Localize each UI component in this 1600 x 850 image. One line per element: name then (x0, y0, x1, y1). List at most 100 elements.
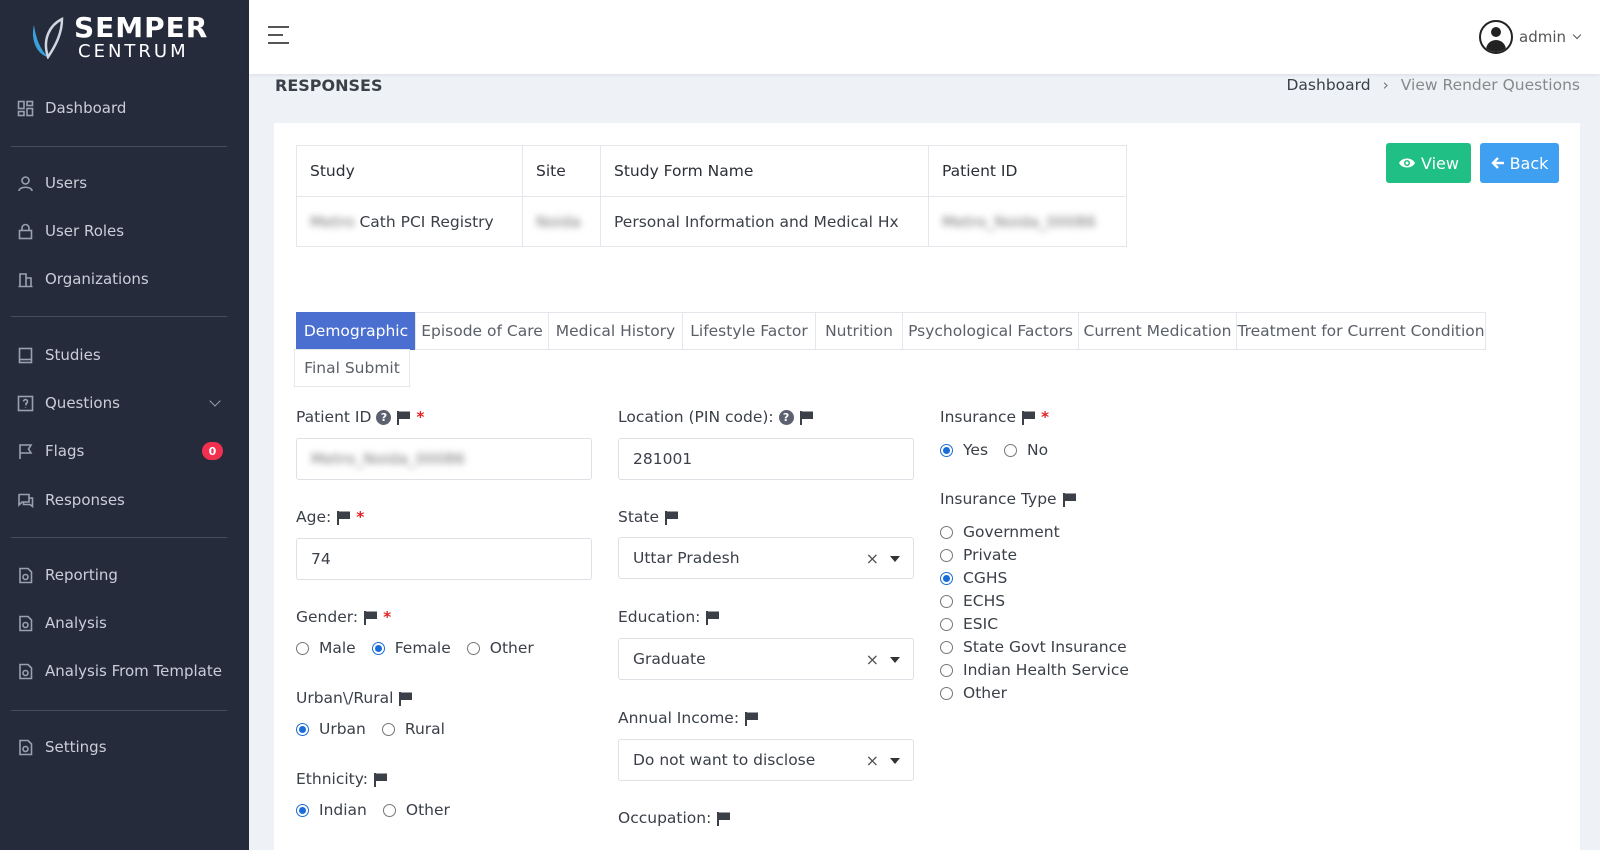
state-select[interactable]: Uttar Pradesh × (618, 537, 914, 579)
required-indicator: * (416, 408, 425, 426)
flag-icon[interactable] (396, 410, 411, 425)
radio[interactable] (371, 641, 385, 655)
tab-psychological-factors[interactable]: Psychological Factors (902, 312, 1079, 350)
flag-icon[interactable] (799, 410, 814, 425)
radio[interactable] (940, 571, 953, 585)
insurance-type-option-ihs[interactable]: Indian Health Service (940, 661, 1129, 679)
radio[interactable] (940, 640, 953, 654)
radio[interactable] (296, 641, 309, 655)
sidebar-item-flags[interactable]: Flags 0 (0, 431, 249, 471)
radio[interactable] (940, 686, 953, 700)
tab-lifestyle-factor[interactable]: Lifestyle Factor (682, 312, 816, 350)
help-icon[interactable]: ? (778, 409, 794, 425)
radio[interactable] (296, 803, 309, 817)
radio[interactable] (940, 548, 953, 562)
help-icon[interactable]: ? (376, 409, 392, 425)
sidebar-item-responses[interactable]: Responses (0, 480, 249, 520)
flag-icon[interactable] (664, 510, 679, 525)
brand-subname: CENTRUM (78, 40, 189, 62)
radio[interactable] (940, 594, 953, 608)
sidebar-item-questions[interactable]: Questions (0, 383, 249, 423)
flag-icon[interactable] (363, 610, 378, 625)
cell-study: Metro Cath PCI Registry (296, 196, 523, 247)
education-select[interactable]: Graduate × (618, 638, 914, 680)
sidebar-item-studies[interactable]: Studies (0, 335, 249, 375)
insurance-type-option-other[interactable]: Other (940, 684, 1007, 702)
label-text: Insurance Type (940, 490, 1057, 508)
tab-medical-history[interactable]: Medical History (548, 312, 683, 350)
flag-icon[interactable] (398, 691, 413, 706)
option-label: CGHS (963, 569, 1008, 587)
radio[interactable] (1004, 443, 1018, 457)
sidebar-item-dashboard[interactable]: Dashboard (0, 88, 249, 128)
radio[interactable] (381, 722, 395, 736)
flag-icon[interactable] (1062, 492, 1077, 507)
clear-icon[interactable]: × (866, 549, 879, 568)
insurance-option-no[interactable]: No (1004, 441, 1048, 459)
radio[interactable] (940, 525, 953, 539)
option-label: Urban (319, 720, 366, 738)
brand-logo[interactable]: SEMPER CENTRUM (0, 0, 249, 74)
urban-option[interactable]: Urban (296, 720, 366, 738)
tab-episode-of-care[interactable]: Episode of Care (415, 312, 549, 350)
radio[interactable] (382, 803, 396, 817)
insurance-type-option-government[interactable]: Government (940, 523, 1060, 541)
clear-icon[interactable]: × (866, 751, 879, 770)
location-field[interactable]: 281001 (618, 438, 914, 480)
insurance-type-option-echs[interactable]: ECHS (940, 592, 1005, 610)
ethnicity-option-indian[interactable]: Indian (296, 801, 367, 819)
flag-icon[interactable] (744, 711, 759, 726)
option-label: ECHS (963, 592, 1006, 610)
sidebar-item-user-roles[interactable]: User Roles (0, 211, 249, 251)
age-field[interactable]: 74 (296, 538, 592, 580)
insurance-option-yes[interactable]: Yes (940, 441, 988, 459)
flag-icon[interactable] (705, 610, 720, 625)
gender-option-female[interactable]: Female (371, 639, 451, 657)
view-button[interactable]: View (1386, 143, 1471, 183)
flag-icon[interactable] (373, 772, 388, 787)
sidebar-item-organizations[interactable]: Organizations (0, 259, 249, 299)
radio[interactable] (940, 663, 953, 677)
gender-option-male[interactable]: Male (296, 639, 356, 657)
tab-current-medication[interactable]: Current Medication (1078, 312, 1237, 350)
breadcrumb-home[interactable]: Dashboard (1286, 76, 1370, 94)
radio[interactable] (466, 641, 480, 655)
tab-treatment[interactable]: Treatment for Current Condition (1236, 312, 1486, 350)
eye-icon (1399, 158, 1416, 168)
caret-down-icon[interactable] (890, 556, 900, 562)
sidebar-item-users[interactable]: Users (0, 163, 249, 203)
back-button[interactable]: Back (1480, 143, 1559, 183)
chat-icon (17, 492, 34, 509)
insurance-type-option-cghs[interactable]: CGHS (940, 569, 1007, 587)
insurance-type-option-state-govt[interactable]: State Govt Insurance (940, 638, 1127, 656)
flag-icon[interactable] (336, 510, 351, 525)
patient-id-field[interactable]: Metro_Noida_00086 (296, 438, 592, 480)
patient-redacted: Metro_Noida_00086 (942, 212, 1097, 231)
flag-icon[interactable] (1021, 410, 1036, 425)
tab-demographic[interactable]: Demographic (296, 312, 416, 350)
radio[interactable] (940, 617, 953, 631)
flag-icon[interactable] (716, 811, 731, 826)
option-label: Male (319, 639, 356, 657)
tab-nutrition[interactable]: Nutrition (815, 312, 903, 350)
sidebar-item-settings[interactable]: Settings (0, 727, 249, 767)
tab-final-submit[interactable]: Final Submit (294, 349, 410, 387)
menu-toggle-icon[interactable] (268, 26, 289, 46)
income-select[interactable]: Do not want to disclose × (618, 739, 914, 781)
radio[interactable] (940, 443, 953, 457)
option-label: Female (394, 639, 451, 657)
sidebar-item-reporting[interactable]: Reporting (0, 555, 249, 595)
gender-option-other[interactable]: Other (466, 639, 534, 657)
clear-icon[interactable]: × (866, 650, 879, 669)
user-menu[interactable]: admin (1479, 20, 1582, 54)
caret-down-icon[interactable] (890, 657, 900, 663)
insurance-type-option-esic[interactable]: ESIC (940, 615, 998, 633)
sidebar-item-analysis[interactable]: Analysis (0, 603, 249, 643)
rural-option[interactable]: Rural (381, 720, 445, 738)
sidebar-item-analysis-template[interactable]: Analysis From Template (0, 651, 249, 691)
caret-down-icon[interactable] (890, 758, 900, 764)
ethnicity-option-other[interactable]: Other (382, 801, 450, 819)
insurance-type-option-private[interactable]: Private (940, 546, 1017, 564)
option-label: Government (963, 523, 1060, 541)
radio[interactable] (296, 722, 309, 736)
